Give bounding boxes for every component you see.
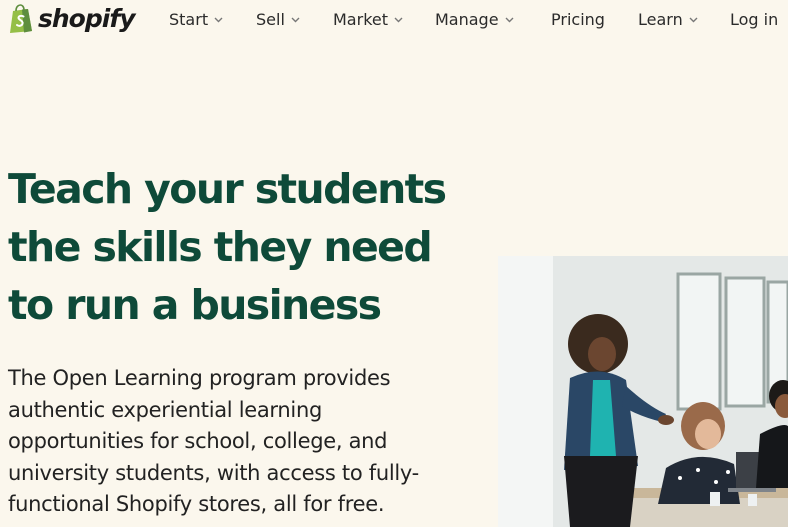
chevron-down-icon (291, 17, 300, 23)
hero-description-line: The Open Learning program provides (8, 366, 391, 390)
nav-manage-label: Manage (435, 10, 499, 29)
hero-description: The Open Learning program provides authe… (8, 363, 468, 521)
nav-start[interactable]: Start (169, 11, 223, 29)
hero-description-line: university students, with access to full… (8, 460, 419, 485)
nav-login[interactable]: Log in (730, 11, 778, 29)
chevron-down-icon (214, 17, 223, 23)
shopify-logo[interactable]: shopify (8, 4, 135, 34)
nav-sell[interactable]: Sell (256, 11, 300, 29)
classroom-photo (498, 256, 788, 527)
hero-heading-line: the skills they need (8, 223, 433, 271)
hero-description-line: functional Shopify stores, all for free. (8, 492, 385, 516)
brand-wordmark: shopify (38, 4, 135, 33)
top-navigation: shopify Start Sell Market Manage Pricing… (0, 0, 788, 40)
chevron-down-icon (394, 17, 403, 23)
hero-heading: Teach your students the skills they need… (8, 160, 478, 334)
hero-description-line: authentic experiential learning (8, 397, 322, 422)
nav-pricing-label: Pricing (551, 10, 605, 29)
nav-market[interactable]: Market (333, 11, 403, 29)
hero-description-line: opportunities for school, college, and (8, 429, 388, 453)
nav-learn[interactable]: Learn (638, 11, 698, 29)
nav-sell-label: Sell (256, 10, 285, 29)
hero-heading-line: to run a business (8, 281, 382, 329)
nav-start-label: Start (169, 10, 209, 29)
shopify-bag-icon (10, 4, 32, 33)
nav-login-label: Log in (730, 10, 779, 29)
nav-market-label: Market (333, 10, 388, 29)
hero-heading-line: Teach your students (8, 165, 447, 213)
nav-manage[interactable]: Manage (435, 11, 514, 29)
chevron-down-icon (689, 17, 698, 23)
nav-pricing[interactable]: Pricing (551, 11, 605, 29)
chevron-down-icon (505, 17, 514, 23)
nav-learn-label: Learn (638, 10, 683, 29)
classroom-illustration (498, 256, 788, 527)
